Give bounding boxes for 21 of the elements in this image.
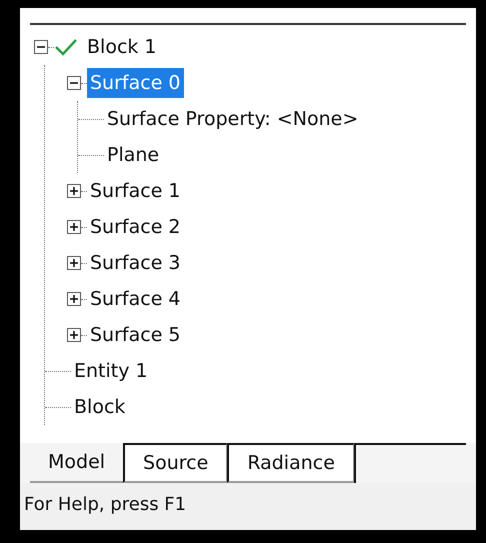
tree-item[interactable]: Surface 4	[87, 284, 184, 314]
tree-item[interactable]: Surface 1	[87, 176, 184, 206]
tree-item[interactable]: Block	[71, 392, 128, 422]
collapse-icon[interactable]	[67, 76, 81, 90]
tree-item[interactable]: Block 1	[84, 32, 160, 62]
expand-icon[interactable]	[67, 220, 81, 234]
tab[interactable]: Radiance	[227, 443, 354, 483]
expand-icon[interactable]	[67, 184, 81, 198]
tree-item[interactable]: Plane	[104, 140, 162, 170]
expand-icon[interactable]	[67, 256, 81, 270]
expand-icon[interactable]	[67, 328, 81, 342]
tree-item[interactable]: Entity 1	[71, 356, 151, 386]
tree-item[interactable]: Surface 3	[87, 248, 184, 278]
tree-item[interactable]: Surface Property: <None>	[104, 104, 362, 134]
tree-item[interactable]: Surface 2	[87, 212, 184, 242]
status-bar: For Help, press F1	[20, 483, 476, 530]
tree-item[interactable]: Surface 0	[87, 68, 184, 98]
expand-icon[interactable]	[67, 292, 81, 306]
tree-item[interactable]: Surface 5	[87, 320, 184, 350]
collapse-icon[interactable]	[34, 40, 48, 54]
tab[interactable]: Source	[123, 443, 228, 483]
